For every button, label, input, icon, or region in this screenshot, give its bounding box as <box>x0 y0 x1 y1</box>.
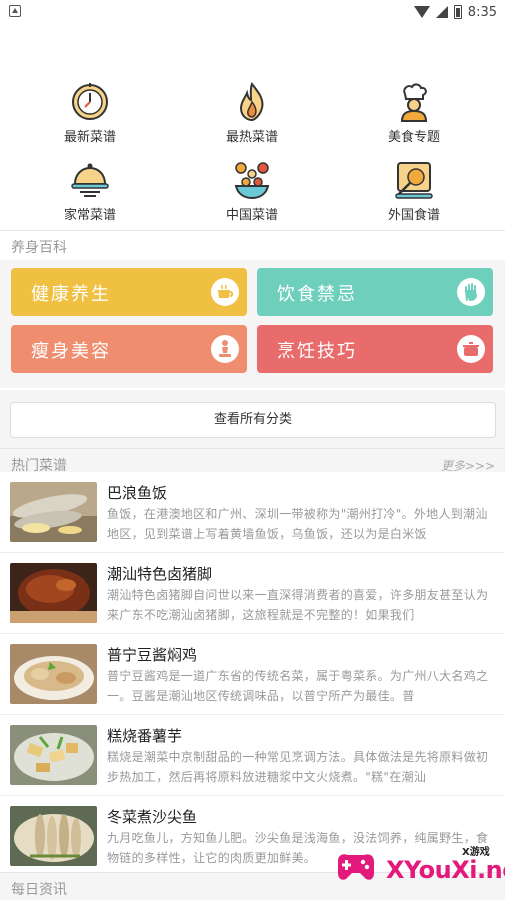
menu-label: 外国食谱 <box>387 208 440 223</box>
recipe-thumbnail <box>10 482 97 542</box>
health-section-header: 养身百科 <box>0 230 505 260</box>
recipe-title: 普宁豆酱焖鸡 <box>107 646 198 664</box>
recipe-thumbnail <box>10 806 97 866</box>
recipe-thumbnail <box>10 725 97 785</box>
signal-icon <box>435 6 448 18</box>
menu-item-chinese[interactable]: 中国菜谱 <box>192 158 312 223</box>
menu-item-foreign[interactable]: 外国食谱 <box>354 158 474 223</box>
recipe-thumbnail <box>10 644 97 704</box>
menu-label: 家常菜谱 <box>63 208 116 223</box>
tile-slimming[interactable]: 瘦身美容 <box>11 325 247 373</box>
wifi-icon <box>413 6 430 18</box>
menu-item-latest[interactable]: 最新菜谱 <box>30 80 150 145</box>
section-title: 养身百科 <box>11 240 67 256</box>
person-icon <box>211 335 239 363</box>
status-bar: 8:35 <box>0 0 505 24</box>
cloche-icon <box>71 163 109 197</box>
foreign-food-icon <box>395 162 433 199</box>
recipe-item[interactable]: 糕烧番薯芋 糕烧是潮菜中京制甜品的一种常见烹调方法。具体做法是先将原料做初步热加… <box>0 715 505 796</box>
battery-icon <box>453 5 462 19</box>
menu-label: 最热菜谱 <box>225 130 278 145</box>
recipe-title: 潮汕特色卤猪脚 <box>107 565 213 583</box>
watermark: X游戏 XYouXi.net <box>334 842 505 894</box>
gamepad-logo-icon <box>338 854 374 880</box>
tile-cooking-tips[interactable]: 烹饪技巧 <box>257 325 493 373</box>
recipe-description: 潮汕特色卤猪脚自问世以来一直深得消费者的喜爱，许多朋友甚至认为来广东不吃潮汕卤猪… <box>107 588 489 622</box>
tile-label: 健康养生 <box>31 284 111 305</box>
tile-taboo[interactable]: 饮食禁忌 <box>257 268 493 316</box>
tile-label: 饮食禁忌 <box>277 284 357 305</box>
dishes-icon <box>234 162 270 200</box>
recipe-item[interactable]: 巴浪鱼饭 鱼饭，在港澳地区和广州、深圳一带被称为"潮州打冷"。外地人到潮汕地区，… <box>0 472 505 553</box>
tile-label: 瘦身美容 <box>31 341 111 362</box>
recipe-description: 鱼饭，在港澳地区和广州、深圳一带被称为"潮州打冷"。外地人到潮汕地区，见到菜谱上… <box>107 507 488 541</box>
recipe-title: 糕烧番薯芋 <box>107 727 183 745</box>
pot-icon <box>457 335 485 363</box>
recipe-title: 冬菜煮沙尖鱼 <box>107 808 198 826</box>
recipe-item[interactable]: 潮汕特色卤猪脚 潮汕特色卤猪脚自问世以来一直深得消费者的喜爱，许多朋友甚至认为来… <box>0 553 505 634</box>
menu-item-hot[interactable]: 最热菜谱 <box>192 80 312 145</box>
menu-label: 中国菜谱 <box>225 208 278 223</box>
section-title: 每日资讯 <box>11 882 67 898</box>
recipe-item[interactable]: 普宁豆酱焖鸡 普宁豆酱鸡是一道广东省的传统名菜，属于粤菜系。为广州八大名鸡之一。… <box>0 634 505 715</box>
hand-stop-icon <box>457 278 485 306</box>
chef-icon <box>400 83 428 122</box>
tile-health[interactable]: 健康养生 <box>11 268 247 316</box>
menu-item-home[interactable]: 家常菜谱 <box>30 158 150 223</box>
menu-label: 最新菜谱 <box>63 130 116 145</box>
cup-icon <box>211 278 239 306</box>
clock-icon <box>72 83 108 120</box>
status-time: 8:35 <box>467 4 497 20</box>
recipe-thumbnail <box>10 563 97 623</box>
menu-item-topics[interactable]: 美食专题 <box>354 80 474 145</box>
recipe-title: 巴浪鱼饭 <box>107 484 168 502</box>
flame-icon <box>239 82 264 122</box>
watermark-site: XYouXi.net <box>386 856 505 884</box>
view-all-categories-button[interactable]: 查看所有分类 <box>10 402 496 438</box>
tile-label: 烹饪技巧 <box>277 341 357 362</box>
recipe-description: 普宁豆酱鸡是一道广东省的传统名菜，属于粤菜系。为广州八大名鸡之一。豆酱是潮汕地区… <box>107 669 489 703</box>
recipe-description: 糕烧是潮菜中京制甜品的一种常见烹调方法。具体做法是先将原料做初步热加工，然后再将… <box>107 750 489 784</box>
menu-label: 美食专题 <box>387 130 440 145</box>
notification-icon <box>9 5 21 17</box>
